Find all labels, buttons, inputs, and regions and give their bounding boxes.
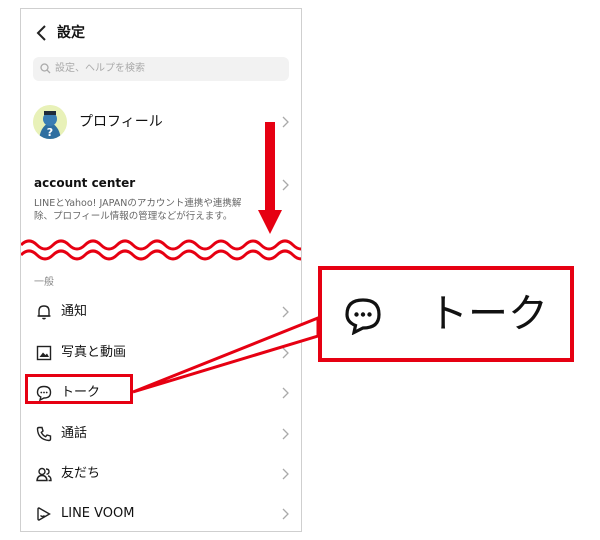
photo-icon (36, 345, 52, 361)
menu-item-label: LINE VOOM (61, 506, 135, 521)
menu-item-label: 写真と動画 (61, 345, 127, 360)
chevron-right-icon (282, 468, 289, 480)
menu-item-photos-videos[interactable]: 写真と動画 (21, 334, 301, 372)
highlight-box (25, 374, 133, 404)
voom-icon (37, 507, 51, 521)
account-center-title: account center (34, 176, 136, 190)
menu-item-label: 通話 (61, 426, 88, 441)
chevron-right-icon (282, 116, 289, 128)
avatar: ? (33, 105, 67, 139)
account-center-description: LINEとYahoo! JAPANのアカウント連携や連携解 除、プロフィール情報… (34, 197, 284, 223)
chevron-right-icon (282, 508, 289, 520)
menu-item-notifications[interactable]: 通知 (21, 293, 301, 331)
chevron-right-icon (282, 306, 289, 318)
bell-icon (37, 305, 51, 320)
callout-label: トーク (428, 291, 548, 337)
chevron-right-icon (282, 347, 289, 359)
chat-bubble-icon (345, 298, 381, 335)
menu-item-friends[interactable]: 友だち (21, 455, 301, 493)
back-arrow-icon[interactable] (33, 23, 53, 43)
search-placeholder: 設定、ヘルプを検索 (55, 63, 145, 74)
phone-icon (36, 426, 52, 442)
account-center-desc-line: LINEとYahoo! JAPANのアカウント連携や連携解 (34, 198, 242, 209)
page-title: 設定 (57, 25, 85, 41)
omission-wave (21, 233, 301, 263)
callout-box: トーク (318, 266, 574, 362)
search-input[interactable]: 設定、ヘルプを検索 (33, 57, 289, 81)
menu-item-line-voom[interactable]: LINE VOOM (21, 495, 301, 531)
account-center-desc-line: 除、プロフィール情報の管理などが行えます。 (34, 211, 233, 222)
section-header-general: 一般 (34, 277, 54, 288)
scroll-down-arrow (258, 122, 282, 234)
profile-label: プロフィール (79, 114, 163, 130)
chevron-right-icon (282, 179, 289, 191)
friends-icon (36, 467, 52, 482)
settings-screen: 設定 設定、ヘルプを検索 ? プロフィール account center LIN… (20, 8, 302, 532)
search-icon (40, 63, 51, 74)
header: 設定 (21, 17, 301, 51)
menu-item-calls[interactable]: 通話 (21, 415, 301, 453)
chevron-right-icon (282, 428, 289, 440)
chevron-right-icon (282, 387, 289, 399)
menu-item-label: 通知 (61, 304, 88, 319)
svg-text:?: ? (47, 126, 53, 139)
menu-item-label: 友だち (61, 466, 101, 481)
